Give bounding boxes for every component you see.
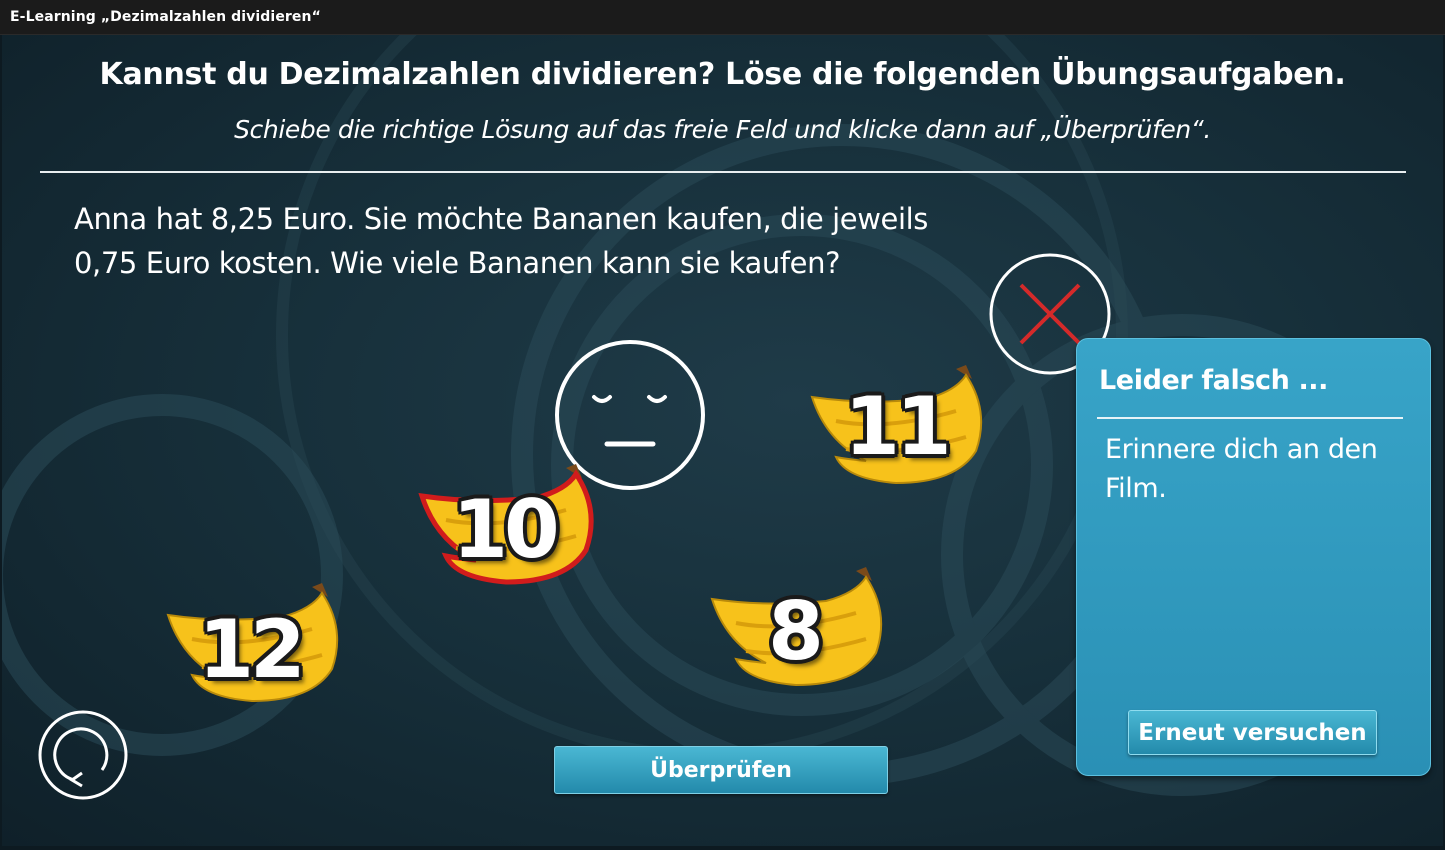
page-title: Kannst du Dezimalzahlen dividieren? Löse… [99, 57, 1346, 92]
retry-button[interactable]: Erneut versuchen [1128, 710, 1377, 755]
lesson-stage: Kannst du Dezimalzahlen dividieren? Löse… [2, 35, 1443, 846]
question-line-2: 0,75 Euro kosten. Wie viele Bananen kann… [74, 246, 841, 280]
feedback-text: Erinnere dich an den Film. [1105, 434, 1378, 504]
feedback-divider [1097, 417, 1403, 419]
question-text: Anna hat 8,25 Euro. Sie möchte Bananen k… [74, 197, 994, 285]
header-divider [40, 171, 1406, 173]
check-button[interactable]: Überprüfen [554, 746, 888, 794]
question-line-1: Anna hat 8,25 Euro. Sie möchte Bananen k… [74, 202, 928, 236]
restart-icon[interactable] [36, 710, 130, 800]
window-titlebar: E-Learning „Dezimalzahlen dividieren“ [0, 0, 1445, 35]
answer-label: 12 [198, 602, 305, 696]
feedback-panel: Leider falsch ... Erinnere dich an den F… [1076, 338, 1431, 776]
answer-banana-12[interactable]: 12 [162, 579, 358, 709]
answer-label: 11 [844, 379, 951, 473]
answer-banana-10[interactable]: 10 [416, 460, 612, 590]
instruction-text: Schiebe die richtige Lösung auf das frei… [234, 115, 1211, 144]
answer-banana-8[interactable]: 8 [706, 563, 902, 693]
answer-banana-11[interactable]: 11 [806, 361, 1002, 491]
answer-label: 10 [452, 482, 559, 576]
window-title: E-Learning „Dezimalzahlen dividieren“ [10, 9, 321, 25]
feedback-title: Leider falsch ... [1099, 365, 1329, 396]
answer-label: 8 [768, 584, 824, 678]
